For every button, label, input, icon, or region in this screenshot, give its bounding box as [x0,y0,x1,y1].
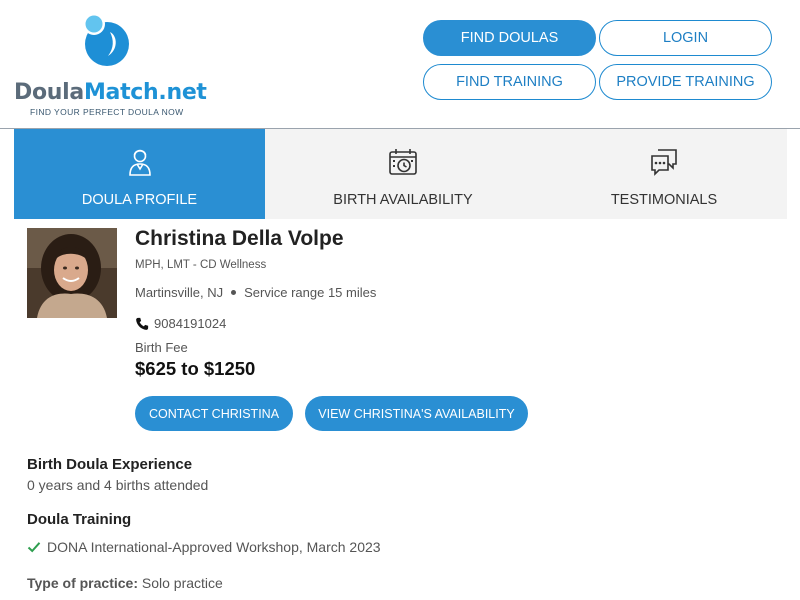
tab-birth-availability[interactable]: Birth Availability [265,129,541,219]
contact-button[interactable]: Contact Christina [135,396,293,431]
phone-icon [136,317,149,330]
profile-tabs: Doula Profile Birth Availability Testimo… [14,129,787,219]
login-button[interactable]: Login [599,20,772,56]
practice-type: Type of practice: Solo practice [27,575,223,591]
logo-wordmark: DoulaMatch.net [14,80,207,105]
tab-doula-profile[interactable]: Doula Profile [14,129,265,219]
training-item-label: DONA International-Approved Workshop, Ma… [47,539,381,555]
view-availability-button[interactable]: View Christina's Availability [305,396,528,431]
find-training-button[interactable]: Find Training [423,64,596,100]
doula-phone-row[interactable]: 9084191024 [135,316,226,331]
provide-training-button[interactable]: Provide Training [599,64,772,100]
doula-photo [27,228,117,318]
experience-heading: Birth Doula Experience [27,456,193,473]
logo-mark-icon [83,13,129,66]
logo-wordmark-part1: Doula [14,80,84,105]
checkmark-icon [27,542,41,553]
person-icon [128,149,151,176]
separator-dot [231,290,237,295]
site-logo[interactable]: DoulaMatch.net FIND YOUR PERFECT DOULA N… [14,10,207,120]
chat-bubbles-icon [651,149,677,176]
logo-wordmark-part2: Match.net [83,80,207,105]
doula-phone[interactable]: 9084191024 [154,316,226,331]
site-header: DoulaMatch.net FIND YOUR PERFECT DOULA N… [0,0,800,129]
doula-credentials: MPH, LMT - CD Wellness [135,259,267,271]
birth-fee-value: $625 to $1250 [135,358,256,379]
tab-doula-profile-label: Doula Profile [81,192,198,208]
practice-type-value: Solo practice [141,575,223,591]
tab-birth-availability-label: Birth Availability [333,192,473,208]
logo-tagline: FIND YOUR PERFECT DOULA NOW [30,107,184,117]
doula-location-row: Martinsville, NJ Service range 15 miles [135,285,376,300]
experience-text: 0 years and 4 births attended [27,477,209,493]
birth-fee-label: Birth Fee [135,340,188,355]
doula-location: Martinsville, NJ [135,285,224,300]
doula-service-range: Service range 15 miles [244,285,377,300]
find-doulas-button[interactable]: Find Doulas [423,20,596,56]
training-item: DONA International-Approved Workshop, Ma… [27,539,381,555]
tab-testimonials[interactable]: Testimonials [541,129,787,219]
doula-name: Christina Della Volpe [135,227,344,250]
training-heading: Doula Training [27,511,132,528]
tab-testimonials-label: Testimonials [610,192,718,208]
doula-photo-image [27,228,117,318]
calendar-clock-icon [389,149,417,175]
practice-type-label: Type of practice: [27,575,138,591]
